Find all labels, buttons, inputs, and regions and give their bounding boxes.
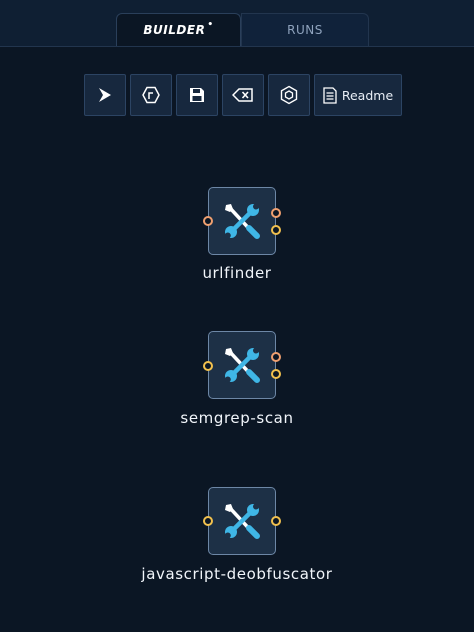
- tab-builder[interactable]: BUILDER •: [116, 13, 241, 46]
- play-icon: [99, 88, 111, 102]
- unsaved-marker: •: [207, 20, 214, 30]
- readme-document-icon: [323, 86, 337, 104]
- node-label: semgrep-scan: [180, 409, 294, 427]
- node-box[interactable]: [208, 331, 276, 399]
- clear-icon: [232, 88, 253, 102]
- input-port[interactable]: [203, 361, 213, 371]
- run-button[interactable]: [84, 74, 126, 116]
- output-port[interactable]: [271, 225, 281, 235]
- output-port[interactable]: [271, 516, 281, 526]
- tab-bar: BUILDER • RUNS: [0, 0, 474, 47]
- save-button[interactable]: [176, 74, 218, 116]
- node-box[interactable]: [208, 487, 276, 555]
- tools-icon: [224, 347, 260, 383]
- package-button[interactable]: [268, 74, 310, 116]
- node-box[interactable]: [208, 187, 276, 255]
- output-port[interactable]: [271, 208, 281, 218]
- node-label: javascript-deobfuscator: [141, 565, 333, 583]
- clear-button[interactable]: [222, 74, 264, 116]
- tab-runs[interactable]: RUNS: [241, 13, 369, 46]
- function-button[interactable]: [130, 74, 172, 116]
- hexagon-cube-icon: [280, 85, 298, 105]
- tab-builder-label: BUILDER: [143, 23, 206, 37]
- tab-runs-label: RUNS: [287, 23, 323, 37]
- toolbar: Readme: [84, 74, 402, 116]
- readme-button-label: Readme: [341, 87, 394, 103]
- input-port[interactable]: [203, 516, 213, 526]
- workflow-builder-app: BUILDER • RUNS Readme urlfinder semgrep-…: [0, 0, 474, 632]
- tools-icon: [224, 203, 260, 239]
- function-icon: [142, 86, 160, 104]
- readme-button[interactable]: Readme: [314, 74, 402, 116]
- save-icon: [190, 88, 204, 102]
- input-port[interactable]: [203, 216, 213, 226]
- node-label: urlfinder: [202, 264, 272, 282]
- output-port[interactable]: [271, 352, 281, 362]
- tools-icon: [224, 503, 260, 539]
- output-port[interactable]: [271, 369, 281, 379]
